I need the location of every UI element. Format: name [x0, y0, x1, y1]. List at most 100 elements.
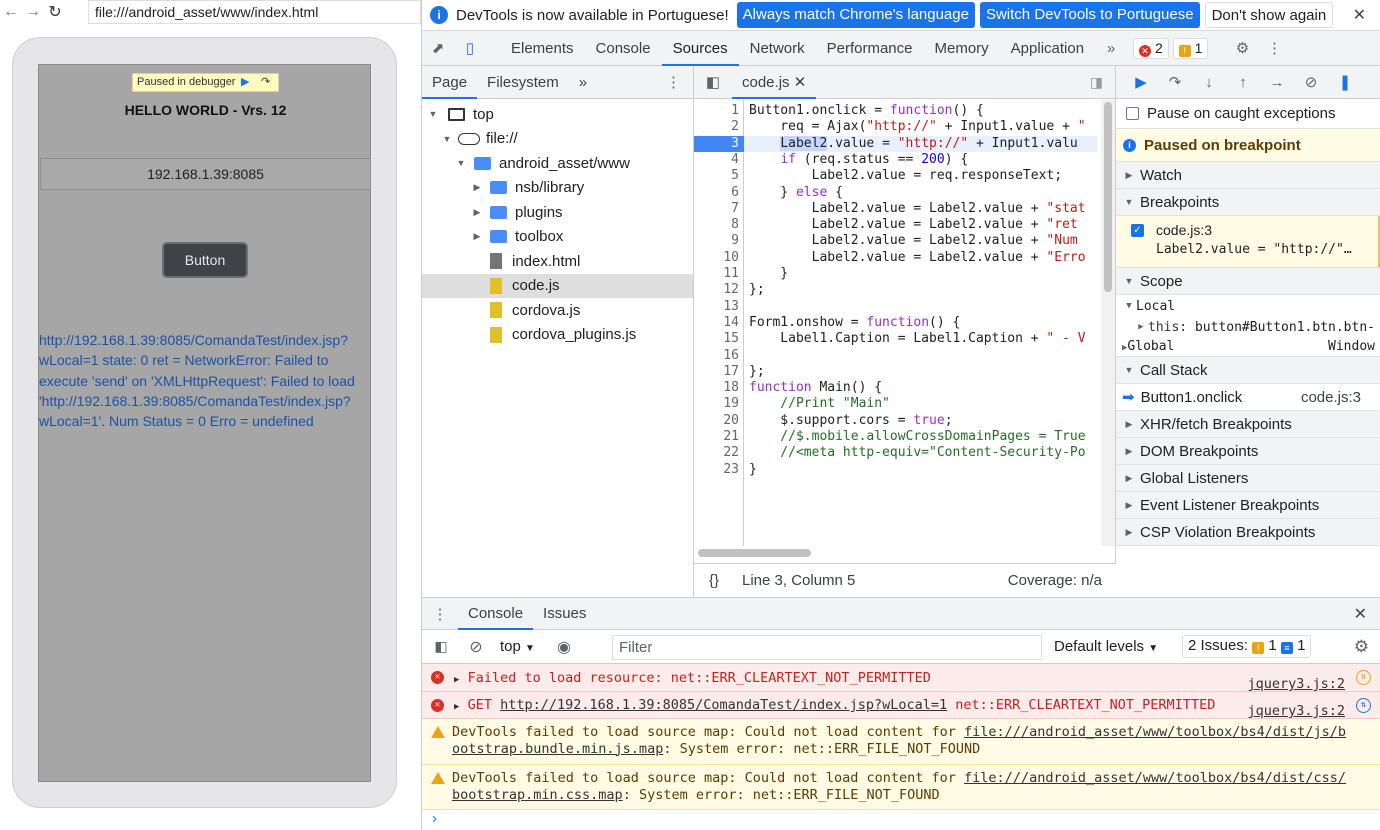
code-line[interactable]: 2 req = Ajax("http://" + Input1.value + …	[694, 119, 1097, 135]
tree-item[interactable]: ▼ top	[422, 102, 693, 127]
code-line[interactable]: 16	[694, 348, 1097, 364]
resume-icon[interactable]: ▶	[1124, 73, 1158, 91]
tab-sources[interactable]: Sources	[661, 31, 739, 66]
section-call-stack[interactable]: ▼ Call Stack	[1116, 357, 1380, 384]
deactivate-breakpoints-icon[interactable]: ⊘	[1294, 73, 1328, 91]
step-out-icon[interactable]: ↑	[1226, 74, 1260, 91]
tab-network[interactable]: Network	[739, 31, 816, 66]
tab-code-js[interactable]: code.js ✕	[732, 66, 817, 99]
more-tabs-icon[interactable]: »	[1095, 40, 1127, 57]
scope-local[interactable]: ▼ Local	[1116, 295, 1380, 317]
horizontal-scrollbar[interactable]	[694, 546, 1097, 560]
line-number[interactable]: 3	[694, 135, 744, 152]
code-line[interactable]: 13	[694, 299, 1097, 315]
section-watch[interactable]: ▶ Watch	[1116, 162, 1380, 189]
expand-icon[interactable]: ▶	[454, 675, 459, 685]
pause-caught-row[interactable]: Pause on caught exceptions	[1116, 99, 1380, 129]
tab-memory[interactable]: Memory	[924, 31, 1000, 66]
drawer-menu-icon[interactable]: ⋮	[422, 605, 458, 623]
code-line[interactable]: 19 //Print "Main"	[694, 396, 1097, 412]
console-message[interactable]: ✕ ▶ GET http://192.168.1.39:8085/Comanda…	[422, 692, 1380, 719]
tree-item[interactable]: cordova.js	[422, 298, 693, 323]
line-number[interactable]: 10	[694, 250, 739, 266]
match-language-button[interactable]: Always match Chrome's language	[736, 2, 975, 28]
pause-on-exceptions-icon[interactable]: ❚	[1328, 73, 1362, 91]
eye-icon[interactable]: ◉	[557, 637, 571, 657]
settings-icon[interactable]: ⚙	[1226, 39, 1258, 57]
line-number[interactable]: 14	[694, 315, 739, 331]
line-number[interactable]: 22	[694, 445, 739, 461]
section-event-listener-breakpoints[interactable]: ▶ Event Listener Breakpoints	[1116, 492, 1380, 519]
code-line[interactable]: 20 $.support.cors = true;	[694, 413, 1097, 429]
tree-item[interactable]: ▼ android_asset/www	[422, 151, 693, 176]
switch-language-button[interactable]: Switch DevTools to Portuguese	[979, 2, 1200, 28]
scope-this[interactable]: ▶ this: button#Button1.btn.btn-	[1116, 317, 1380, 337]
network-icon[interactable]: ⇅	[1356, 670, 1371, 685]
code-line[interactable]: 12};	[694, 282, 1097, 298]
resume-icon[interactable]: ▶	[241, 74, 249, 91]
line-number[interactable]: 11	[694, 266, 739, 282]
tab-filesystem[interactable]: Filesystem	[477, 66, 569, 99]
console-prompt[interactable]: ›	[422, 810, 1380, 830]
tab-console-drawer[interactable]: Console	[458, 597, 534, 630]
tab-issues[interactable]: Issues	[533, 597, 596, 630]
line-number[interactable]: 23	[694, 462, 739, 478]
close-tab-icon[interactable]: ✕	[794, 74, 807, 91]
step-over-icon[interactable]: ↷	[1158, 73, 1192, 91]
code-line[interactable]: 18 function Main() {	[694, 380, 1097, 396]
toggle-debugger-icon[interactable]: ◨	[1090, 74, 1103, 91]
code-line[interactable]: 5 Label2.value = req.responseText;	[694, 168, 1097, 184]
line-number[interactable]: 4	[694, 152, 739, 168]
sidebar-toggle-icon[interactable]: ◧	[422, 638, 460, 655]
kebab-menu-icon[interactable]: ⋮	[666, 73, 681, 91]
code-line[interactable]: 14 Form1.onshow = function() {	[694, 315, 1097, 331]
line-number[interactable]: 9	[694, 233, 739, 249]
source-map-link[interactable]: file:///android_asset/www/toolbox/bs4/di…	[964, 770, 1346, 786]
context-selector[interactable]: top ▼	[500, 638, 535, 655]
tree-item[interactable]: index.html	[422, 249, 693, 274]
close-drawer-icon[interactable]: ✕	[1354, 604, 1367, 624]
console-message[interactable]: DevTools failed to load source map: Coul…	[422, 765, 1380, 810]
code-line[interactable]: 11 }	[694, 266, 1097, 282]
tree-item[interactable]: code.js	[422, 273, 693, 298]
console-message[interactable]: DevTools failed to load source map: Coul…	[422, 719, 1380, 765]
issues-badge[interactable]: 2 Issues: ! 1 ≡ 1	[1182, 635, 1312, 658]
code-line[interactable]: 1 Button1.onclick = function() {	[694, 103, 1097, 119]
tree-item[interactable]: cordova_plugins.js	[422, 323, 693, 348]
source-map-link[interactable]: file:///android_asset/www/toolbox/bs4/di…	[964, 724, 1346, 740]
code-line[interactable]: 21 //$.mobile.allowCrossDomainPages = Tr…	[694, 429, 1097, 445]
source-map-link[interactable]: bootstrap.min.css.map	[452, 787, 623, 803]
tab-application[interactable]: Application	[1000, 31, 1095, 66]
line-number[interactable]: 21	[694, 429, 739, 445]
ip-input[interactable]: 192.168.1.39:8085	[40, 158, 371, 190]
network-icon[interactable]: ⇅	[1356, 698, 1371, 713]
console-message[interactable]: ✕ ▶ Failed to load resource: net::ERR_CL…	[422, 664, 1380, 692]
code-line[interactable]: 23}	[694, 462, 1097, 478]
expand-icon[interactable]: ▶	[454, 702, 459, 712]
tab-performance[interactable]: Performance	[816, 31, 924, 66]
more-icon[interactable]: »	[569, 66, 597, 99]
levels-dropdown[interactable]: Default levels ▼	[1054, 638, 1158, 655]
dont-show-button[interactable]: Don't show again	[1204, 2, 1334, 28]
line-number[interactable]: 17	[694, 364, 739, 380]
step-into-icon[interactable]: ↓	[1192, 74, 1226, 91]
close-icon[interactable]: ✕	[1353, 5, 1366, 25]
code-line[interactable]: 17};	[694, 364, 1097, 380]
line-number[interactable]: 20	[694, 413, 739, 429]
line-number[interactable]: 1	[694, 103, 739, 119]
tab-console[interactable]: Console	[585, 31, 662, 66]
forward-icon[interactable]: →	[22, 3, 44, 21]
line-number[interactable]: 18	[694, 380, 739, 396]
code-line[interactable]: 10 Label2.value = Label2.value + "Erro	[694, 250, 1097, 266]
code-line[interactable]: 15 Label1.Caption = Label1.Caption + " -…	[694, 331, 1097, 347]
code-line[interactable]: 4 if (req.status == 200) {	[694, 152, 1097, 168]
tree-item[interactable]: ▼ file://	[422, 127, 693, 152]
vertical-scrollbar[interactable]	[1101, 100, 1115, 546]
tab-page[interactable]: Page	[422, 66, 478, 99]
section-global-listeners[interactable]: ▶ Global Listeners	[1116, 465, 1380, 492]
line-number[interactable]: 7	[694, 201, 739, 217]
line-number[interactable]: 12	[694, 282, 739, 298]
error-count-badge[interactable]: ✕ 2	[1133, 37, 1169, 59]
tree-item[interactable]: ▶ plugins	[422, 200, 693, 225]
warning-count-badge[interactable]: ! 1	[1172, 37, 1209, 59]
